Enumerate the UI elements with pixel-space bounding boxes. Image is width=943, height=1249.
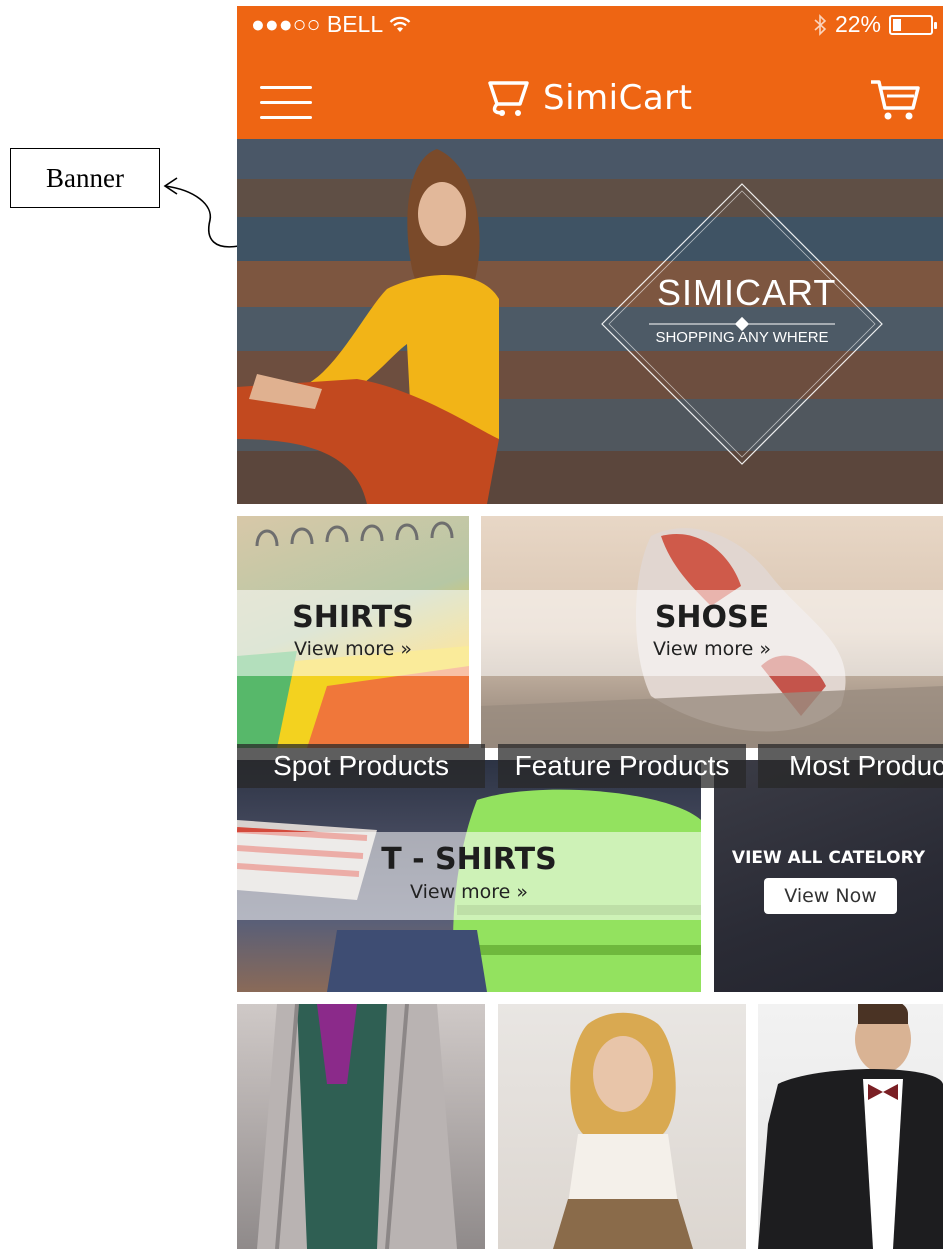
logo-text: SimiCart [543, 78, 693, 118]
hamburger-icon[interactable] [260, 86, 312, 120]
view-all-title: VIEW ALL CATELORY [731, 848, 926, 868]
product-tile-feature[interactable] [498, 1004, 746, 1249]
tile-title: SHIRTS [292, 600, 414, 635]
banner-subtitle: SHOPPING ANY WHERE [655, 329, 829, 346]
feature-products-image [553, 1012, 693, 1249]
cart-icon[interactable] [869, 76, 921, 122]
view-now-button[interactable]: View Now [764, 878, 897, 914]
tile-title: T - SHIRTS [381, 842, 557, 877]
view-more-link[interactable]: View more » [237, 638, 469, 660]
app-logo: SimiCart [487, 78, 692, 118]
bluetooth-icon [814, 13, 827, 36]
annotation-label: Banner [10, 148, 160, 208]
battery-level [893, 18, 901, 31]
category-tile-t-shirts[interactable]: T - SHIRTS View more » [237, 760, 701, 992]
product-label[interactable]: Spot Products [237, 744, 485, 788]
product-label[interactable]: Feature Products [498, 744, 746, 788]
category-tile-shirts[interactable]: SHIRTS View more » [237, 516, 469, 748]
app-header: SimiCart [237, 42, 943, 139]
most-products-image [758, 1004, 943, 1249]
product-label[interactable]: Most Produc [758, 744, 943, 788]
carrier-signal: ●●●○○ BELL [251, 11, 384, 37]
banner-model-image [237, 149, 499, 504]
product-tile-most[interactable] [758, 1004, 943, 1249]
phone-screen: ●●●○○ BELL 22% SimiCart SIMICART SHOPPIN… [237, 6, 943, 1249]
wifi-icon [389, 16, 411, 32]
view-more-link[interactable]: View more » [237, 881, 701, 903]
view-all-category-tile[interactable]: VIEW ALL CATELORY View Now [714, 760, 943, 992]
logo-cart-icon [488, 81, 529, 116]
battery-percent: 22% [834, 11, 881, 37]
hero-banner[interactable]: SIMICART SHOPPING ANY WHERE [237, 139, 943, 504]
view-more-link[interactable]: View more » [481, 638, 943, 660]
banner-title: SIMICART [657, 272, 837, 313]
spot-products-image [257, 1004, 457, 1249]
battery-icon [889, 14, 937, 35]
product-tile-spot[interactable] [237, 1004, 485, 1249]
status-bar: ●●●○○ BELL 22% [237, 6, 943, 42]
category-tile-shose[interactable]: SHOSE View more » [481, 516, 943, 748]
product-labels: Spot Products Feature Products Most Prod… [237, 744, 943, 789]
diamond-frame [601, 183, 883, 465]
tile-title: SHOSE [654, 600, 770, 635]
